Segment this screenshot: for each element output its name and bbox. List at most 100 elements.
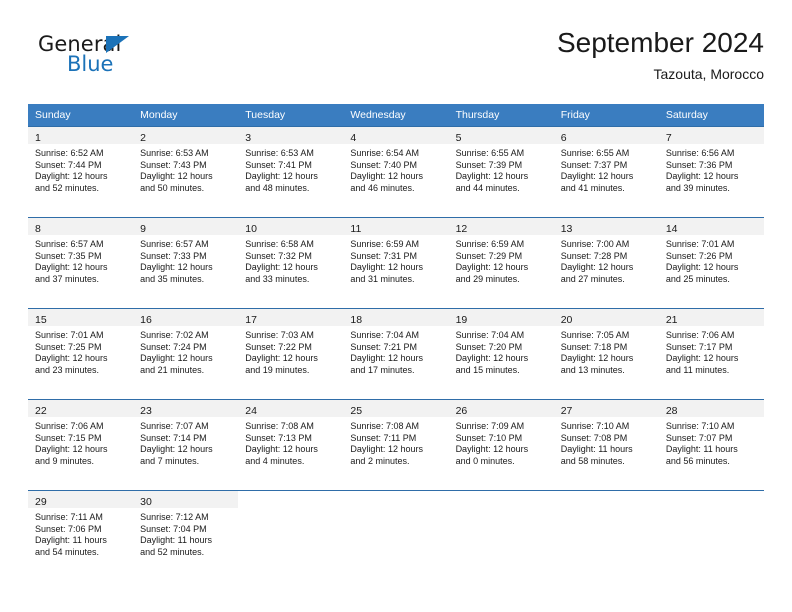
day-number-band: 27: [553, 400, 659, 417]
sunset-text: Sunset: 7:25 PM: [35, 341, 102, 352]
calendar-day-cell[interactable]: 27 Sunrise: 7:10 AM Sunset: 7:08 PM Dayligh…: [553, 399, 659, 483]
day-cell-details: Sunrise: 7:06 AM Sunset: 7:15 PM Daylight:…: [28, 417, 133, 467]
day-number: 22: [35, 405, 47, 417]
daylight-text-line1: Daylight: 11 hours: [560, 444, 633, 455]
calendar-week-row: 22 Sunrise: 7:06 AM Sunset: 7:15 PM Dayligh…: [28, 399, 764, 483]
calendar-day-cell[interactable]: 30 Sunrise: 7:12 AM Sunset: 7:04 PM Dayligh…: [133, 490, 239, 574]
day-number-band: 16: [133, 309, 239, 326]
day-cell-details: Sunrise: 6:55 AM Sunset: 7:37 PM Daylight:…: [554, 144, 659, 194]
day-cell-details: Sunrise: 7:09 AM Sunset: 7:10 PM Daylight:…: [449, 417, 554, 467]
calendar-day-cell[interactable]: 20 Sunrise: 7:05 AM Sunset: 7:18 PM Dayligh…: [553, 308, 659, 392]
sunrise-text: Sunrise: 6:53 AM: [245, 148, 314, 158]
day-cell-inner: 24 Sunrise: 7:08 AM Sunset: 7:13 PM Dayligh…: [238, 399, 344, 483]
daylight-text-line1: Daylight: 12 hours: [140, 353, 213, 364]
day-number-band: 6: [553, 127, 659, 144]
calendar-day-cell[interactable]: 7 Sunrise: 6:56 AM Sunset: 7:36 PM Daylight…: [658, 126, 764, 210]
calendar-day-cell: [343, 490, 449, 574]
calendar-day-cell[interactable]: 8 Sunrise: 6:57 AM Sunset: 7:35 PM Daylight…: [28, 217, 134, 301]
daylight-text-line2: and 50 minutes.: [140, 182, 205, 193]
day-cell-details: Sunrise: 6:53 AM Sunset: 7:41 PM Daylight:…: [238, 144, 343, 194]
day-cell-details: Sunrise: 7:07 AM Sunset: 7:14 PM Daylight:…: [133, 417, 238, 467]
calendar-day-cell[interactable]: 19 Sunrise: 7:04 AM Sunset: 7:20 PM Dayligh…: [448, 308, 554, 392]
weekday-header-sunday: Sunday: [28, 104, 134, 126]
calendar-day-cell[interactable]: 24 Sunrise: 7:08 AM Sunset: 7:13 PM Dayligh…: [238, 399, 344, 483]
day-cell-inner: 4 Sunrise: 6:54 AM Sunset: 7:40 PM Daylight…: [343, 126, 449, 210]
calendar-day-cell[interactable]: 4 Sunrise: 6:54 AM Sunset: 7:40 PM Daylight…: [343, 126, 449, 210]
day-number: 27: [560, 405, 573, 417]
daylight-text-line1: Daylight: 12 hours: [350, 444, 423, 455]
sunrise-text: Sunrise: 7:10 AM: [560, 421, 630, 431]
calendar-day-cell[interactable]: 11 Sunrise: 6:59 AM Sunset: 7:31 PM Dayligh…: [343, 217, 449, 301]
daylight-text-line2: and 41 minutes.: [560, 182, 625, 193]
day-number: 11: [350, 223, 362, 235]
sunrise-text: Sunrise: 7:05 AM: [560, 330, 630, 340]
day-cell-details: Sunrise: 7:10 AM Sunset: 7:08 PM Daylight:…: [554, 417, 659, 467]
day-cell-details: Sunrise: 6:57 AM Sunset: 7:35 PM Daylight:…: [28, 235, 133, 285]
calendar-day-cell[interactable]: 3 Sunrise: 6:53 AM Sunset: 7:41 PM Daylight…: [238, 126, 344, 210]
day-cell-details: Sunrise: 6:59 AM Sunset: 7:29 PM Daylight:…: [449, 235, 554, 285]
sunrise-text: Sunrise: 6:56 AM: [665, 148, 735, 158]
day-number-band: 2: [133, 127, 239, 144]
calendar-day-cell[interactable]: 6 Sunrise: 6:55 AM Sunset: 7:37 PM Daylight…: [553, 126, 659, 210]
day-cell-inner: [238, 490, 344, 574]
calendar-day-cell[interactable]: 5 Sunrise: 6:55 AM Sunset: 7:39 PM Daylight…: [448, 126, 554, 210]
day-number-band: 26: [448, 400, 554, 417]
calendar-week-row: 29 Sunrise: 7:11 AM Sunset: 7:06 PM Dayligh…: [28, 490, 764, 574]
calendar-day-cell[interactable]: 22 Sunrise: 7:06 AM Sunset: 7:15 PM Dayligh…: [28, 399, 134, 483]
calendar-day-cell[interactable]: 23 Sunrise: 7:07 AM Sunset: 7:14 PM Dayligh…: [133, 399, 239, 483]
day-number: 14: [665, 223, 678, 235]
sunrise-text: Sunrise: 7:00 AM: [560, 239, 630, 249]
weekday-header-saturday: Saturday: [658, 104, 764, 126]
day-number: 10: [245, 223, 257, 235]
calendar-day-cell[interactable]: 17 Sunrise: 7:03 AM Sunset: 7:22 PM Dayligh…: [238, 308, 344, 392]
calendar-day-cell[interactable]: 18 Sunrise: 7:04 AM Sunset: 7:21 PM Dayligh…: [343, 308, 449, 392]
calendar-day-cell[interactable]: 13 Sunrise: 7:00 AM Sunset: 7:28 PM Dayligh…: [553, 217, 659, 301]
daylight-text-line2: and 52 minutes.: [35, 182, 100, 193]
day-number-band: 14: [658, 218, 764, 235]
sunset-text: Sunset: 7:17 PM: [665, 341, 733, 352]
calendar-day-cell[interactable]: 12 Sunrise: 6:59 AM Sunset: 7:29 PM Dayligh…: [448, 217, 554, 301]
calendar-day-cell[interactable]: 15 Sunrise: 7:01 AM Sunset: 7:25 PM Dayligh…: [28, 308, 134, 392]
sunrise-text: Sunrise: 6:57 AM: [140, 239, 209, 249]
calendar-day-cell[interactable]: 9 Sunrise: 6:57 AM Sunset: 7:33 PM Daylight…: [133, 217, 239, 301]
calendar-day-cell[interactable]: 14 Sunrise: 7:01 AM Sunset: 7:26 PM Dayligh…: [658, 217, 764, 301]
day-number-band: 28: [658, 400, 764, 417]
day-cell-inner: 8 Sunrise: 6:57 AM Sunset: 7:35 PM Daylight…: [28, 217, 134, 301]
calendar-day-cell[interactable]: 10 Sunrise: 6:58 AM Sunset: 7:32 PM Dayligh…: [238, 217, 344, 301]
week-row-spacer-cell: [28, 301, 764, 308]
day-cell-details: Sunrise: 7:05 AM Sunset: 7:18 PM Daylight:…: [554, 326, 659, 376]
sunrise-text: Sunrise: 7:08 AM: [350, 421, 419, 431]
page-header: General Blue September 2024 Tazouta, Mor…: [28, 26, 764, 96]
calendar-day-cell[interactable]: 28 Sunrise: 7:10 AM Sunset: 7:07 PM Dayligh…: [658, 399, 764, 483]
weekday-header-tuesday: Tuesday: [238, 104, 344, 126]
calendar-week-row: 8 Sunrise: 6:57 AM Sunset: 7:35 PM Daylight…: [28, 217, 764, 301]
day-number: 15: [35, 314, 47, 326]
calendar-day-cell[interactable]: 21 Sunrise: 7:06 AM Sunset: 7:17 PM Dayligh…: [658, 308, 764, 392]
calendar-day-cell[interactable]: 2 Sunrise: 6:53 AM Sunset: 7:43 PM Daylight…: [133, 126, 239, 210]
calendar-day-cell[interactable]: 29 Sunrise: 7:11 AM Sunset: 7:06 PM Dayligh…: [28, 490, 134, 574]
daylight-text-line2: and 33 minutes.: [245, 273, 310, 284]
calendar-day-cell[interactable]: 25 Sunrise: 7:08 AM Sunset: 7:11 PM Dayligh…: [343, 399, 449, 483]
calendar-body: 1 Sunrise: 6:52 AM Sunset: 7:44 PM Daylight…: [28, 126, 764, 574]
sunrise-text: Sunrise: 7:01 AM: [665, 239, 735, 249]
day-cell-inner: 7 Sunrise: 6:56 AM Sunset: 7:36 PM Daylight…: [658, 126, 764, 210]
daylight-text-line2: and 17 minutes.: [350, 364, 415, 375]
day-cell-inner: 25 Sunrise: 7:08 AM Sunset: 7:11 PM Dayligh…: [343, 399, 449, 483]
day-cell-details: Sunrise: 7:01 AM Sunset: 7:25 PM Daylight:…: [28, 326, 133, 376]
weekday-header-friday: Friday: [553, 104, 659, 126]
day-cell-details: Sunrise: 7:08 AM Sunset: 7:11 PM Daylight:…: [343, 417, 448, 467]
sunrise-text: Sunrise: 7:06 AM: [665, 330, 735, 340]
sunrise-text: Sunrise: 7:01 AM: [35, 330, 104, 340]
sunrise-text: Sunrise: 7:02 AM: [140, 330, 209, 340]
brand-name-blue: Blue: [67, 52, 114, 76]
brand-logo[interactable]: General Blue: [38, 32, 268, 92]
sunrise-text: Sunrise: 7:04 AM: [350, 330, 419, 340]
calendar-day-cell[interactable]: 1 Sunrise: 6:52 AM Sunset: 7:44 PM Daylight…: [28, 126, 134, 210]
daylight-text-line1: Daylight: 12 hours: [245, 171, 318, 182]
sunset-text: Sunset: 7:24 PM: [140, 341, 207, 352]
daylight-text-line1: Daylight: 11 hours: [665, 444, 738, 455]
calendar-day-cell[interactable]: 26 Sunrise: 7:09 AM Sunset: 7:10 PM Dayligh…: [448, 399, 554, 483]
calendar-day-cell[interactable]: 16 Sunrise: 7:02 AM Sunset: 7:24 PM Dayligh…: [133, 308, 239, 392]
daylight-text-line2: and 58 minutes.: [560, 455, 625, 466]
day-number: 13: [560, 223, 573, 235]
